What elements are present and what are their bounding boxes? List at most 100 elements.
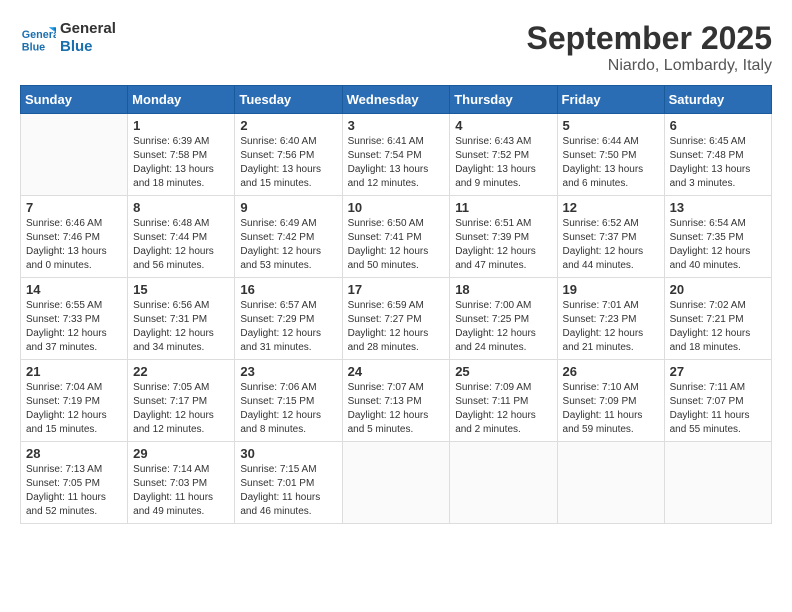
day-number: 23 [240, 364, 336, 379]
day-detail: Sunrise: 7:14 AMSunset: 7:03 PMDaylight:… [133, 463, 229, 519]
weekday-header-wednesday: Wednesday [342, 86, 450, 114]
day-detail: Sunrise: 7:11 AMSunset: 7:07 PMDaylight:… [670, 381, 766, 437]
day-detail: Sunrise: 6:48 AMSunset: 7:44 PMDaylight:… [133, 217, 229, 273]
logo-text-line1: General [60, 20, 116, 38]
calendar-cell: 12Sunrise: 6:52 AMSunset: 7:37 PMDayligh… [557, 196, 664, 278]
day-number: 16 [240, 282, 336, 297]
title-area: September 2025 Niardo, Lombardy, Italy [527, 20, 772, 75]
calendar-cell: 14 Sunrise: 6:55 AMSunset: 7:33 PMDayligh… [21, 278, 128, 360]
calendar-cell: 17 Sunrise: 6:59 AMSunset: 7:27 PMDayligh… [342, 278, 450, 360]
calendar-cell: 1 Sunrise: 6:39 AMSunset: 7:58 PMDaylight… [128, 114, 235, 196]
calendar-cell: 13 Sunrise: 6:54 AMSunset: 7:35 PMDayligh… [664, 196, 771, 278]
calendar-cell: 28 Sunrise: 7:13 AMSunset: 7:05 PMDayligh… [21, 442, 128, 524]
day-detail: Sunrise: 6:54 AMSunset: 7:35 PMDaylight:… [670, 217, 766, 273]
day-number: 26 [563, 364, 659, 379]
day-detail: Sunrise: 6:52 AMSunset: 7:37 PMDaylight:… [563, 217, 659, 273]
calendar-cell: 3 Sunrise: 6:41 AMSunset: 7:54 PMDaylight… [342, 114, 450, 196]
day-number: 25 [455, 364, 551, 379]
day-number: 7 [26, 200, 122, 215]
logo-icon: General Blue [20, 20, 56, 56]
day-number: 19 [563, 282, 659, 297]
day-number: 17 [348, 282, 445, 297]
day-number: 18 [455, 282, 551, 297]
day-detail: Sunrise: 6:50 AMSunset: 7:41 PMDaylight:… [348, 217, 445, 273]
calendar-cell: 19Sunrise: 7:01 AMSunset: 7:23 PMDayligh… [557, 278, 664, 360]
day-number: 29 [133, 446, 229, 461]
day-detail: Sunrise: 7:00 AMSunset: 7:25 PMDaylight:… [455, 299, 551, 355]
calendar: SundayMondayTuesdayWednesdayThursdayFrid… [20, 85, 772, 524]
weekday-header-saturday: Saturday [664, 86, 771, 114]
location-title: Niardo, Lombardy, Italy [527, 57, 772, 75]
day-number: 20 [670, 282, 766, 297]
calendar-cell: 23 Sunrise: 7:06 AMSunset: 7:15 PMDayligh… [235, 360, 342, 442]
logo-text-line2: Blue [60, 38, 116, 56]
svg-text:Blue: Blue [22, 42, 45, 54]
day-detail: Sunrise: 6:51 AMSunset: 7:39 PMDaylight:… [455, 217, 551, 273]
day-number: 10 [348, 200, 445, 215]
logo: General Blue General Blue [20, 20, 116, 56]
week-row-4: 28 Sunrise: 7:13 AMSunset: 7:05 PMDayligh… [21, 442, 772, 524]
day-detail: Sunrise: 7:04 AMSunset: 7:19 PMDaylight:… [26, 381, 122, 437]
week-row-3: 21 Sunrise: 7:04 AMSunset: 7:19 PMDayligh… [21, 360, 772, 442]
calendar-cell: 11 Sunrise: 6:51 AMSunset: 7:39 PMDayligh… [450, 196, 557, 278]
calendar-cell: 7 Sunrise: 6:46 AMSunset: 7:46 PMDaylight… [21, 196, 128, 278]
day-number: 22 [133, 364, 229, 379]
week-row-1: 7 Sunrise: 6:46 AMSunset: 7:46 PMDaylight… [21, 196, 772, 278]
calendar-cell: 30Sunrise: 7:15 AMSunset: 7:01 PMDayligh… [235, 442, 342, 524]
weekday-header-tuesday: Tuesday [235, 86, 342, 114]
day-detail: Sunrise: 6:41 AMSunset: 7:54 PMDaylight:… [348, 135, 445, 191]
calendar-cell [342, 442, 450, 524]
day-number: 8 [133, 200, 229, 215]
calendar-cell: 20Sunrise: 7:02 AMSunset: 7:21 PMDayligh… [664, 278, 771, 360]
calendar-cell: 16 Sunrise: 6:57 AMSunset: 7:29 PMDayligh… [235, 278, 342, 360]
day-detail: Sunrise: 6:56 AMSunset: 7:31 PMDaylight:… [133, 299, 229, 355]
day-detail: Sunrise: 6:45 AMSunset: 7:48 PMDaylight:… [670, 135, 766, 191]
day-detail: Sunrise: 7:10 AMSunset: 7:09 PMDaylight:… [563, 381, 659, 437]
day-number: 9 [240, 200, 336, 215]
weekday-header-friday: Friday [557, 86, 664, 114]
week-row-2: 14 Sunrise: 6:55 AMSunset: 7:33 PMDayligh… [21, 278, 772, 360]
day-number: 11 [455, 200, 551, 215]
calendar-cell: 4Sunrise: 6:43 AMSunset: 7:52 PMDaylight… [450, 114, 557, 196]
day-detail: Sunrise: 7:06 AMSunset: 7:15 PMDaylight:… [240, 381, 336, 437]
calendar-cell [664, 442, 771, 524]
day-number: 21 [26, 364, 122, 379]
calendar-cell: 29 Sunrise: 7:14 AMSunset: 7:03 PMDayligh… [128, 442, 235, 524]
day-number: 15 [133, 282, 229, 297]
day-detail: Sunrise: 7:09 AMSunset: 7:11 PMDaylight:… [455, 381, 551, 437]
day-detail: Sunrise: 6:49 AMSunset: 7:42 PMDaylight:… [240, 217, 336, 273]
day-number: 3 [348, 118, 445, 133]
calendar-cell [21, 114, 128, 196]
day-number: 28 [26, 446, 122, 461]
day-number: 1 [133, 118, 229, 133]
calendar-cell: 24Sunrise: 7:07 AMSunset: 7:13 PMDayligh… [342, 360, 450, 442]
day-detail: Sunrise: 6:55 AMSunset: 7:33 PMDaylight:… [26, 299, 122, 355]
day-detail: Sunrise: 6:39 AMSunset: 7:58 PMDaylight:… [133, 135, 229, 191]
day-number: 13 [670, 200, 766, 215]
day-detail: Sunrise: 7:05 AMSunset: 7:17 PMDaylight:… [133, 381, 229, 437]
day-detail: Sunrise: 7:13 AMSunset: 7:05 PMDaylight:… [26, 463, 122, 519]
calendar-cell: 2Sunrise: 6:40 AMSunset: 7:56 PMDaylight… [235, 114, 342, 196]
day-number: 5 [563, 118, 659, 133]
day-detail: Sunrise: 6:59 AMSunset: 7:27 PMDaylight:… [348, 299, 445, 355]
weekday-header-monday: Monday [128, 86, 235, 114]
day-number: 27 [670, 364, 766, 379]
calendar-cell [450, 442, 557, 524]
day-detail: Sunrise: 6:46 AMSunset: 7:46 PMDaylight:… [26, 217, 122, 273]
calendar-cell: 6Sunrise: 6:45 AMSunset: 7:48 PMDaylight… [664, 114, 771, 196]
calendar-cell: 8 Sunrise: 6:48 AMSunset: 7:44 PMDaylight… [128, 196, 235, 278]
day-detail: Sunrise: 6:40 AMSunset: 7:56 PMDaylight:… [240, 135, 336, 191]
day-number: 24 [348, 364, 445, 379]
day-number: 14 [26, 282, 122, 297]
weekday-header-sunday: Sunday [21, 86, 128, 114]
svg-text:General: General [22, 29, 56, 41]
calendar-cell: 18 Sunrise: 7:00 AMSunset: 7:25 PMDayligh… [450, 278, 557, 360]
weekday-header-thursday: Thursday [450, 86, 557, 114]
calendar-cell: 15 Sunrise: 6:56 AMSunset: 7:31 PMDayligh… [128, 278, 235, 360]
calendar-cell: 9 Sunrise: 6:49 AMSunset: 7:42 PMDaylight… [235, 196, 342, 278]
calendar-cell: 21 Sunrise: 7:04 AMSunset: 7:19 PMDayligh… [21, 360, 128, 442]
day-detail: Sunrise: 6:57 AMSunset: 7:29 PMDaylight:… [240, 299, 336, 355]
calendar-cell: 5Sunrise: 6:44 AMSunset: 7:50 PMDaylight… [557, 114, 664, 196]
day-number: 30 [240, 446, 336, 461]
calendar-cell [557, 442, 664, 524]
